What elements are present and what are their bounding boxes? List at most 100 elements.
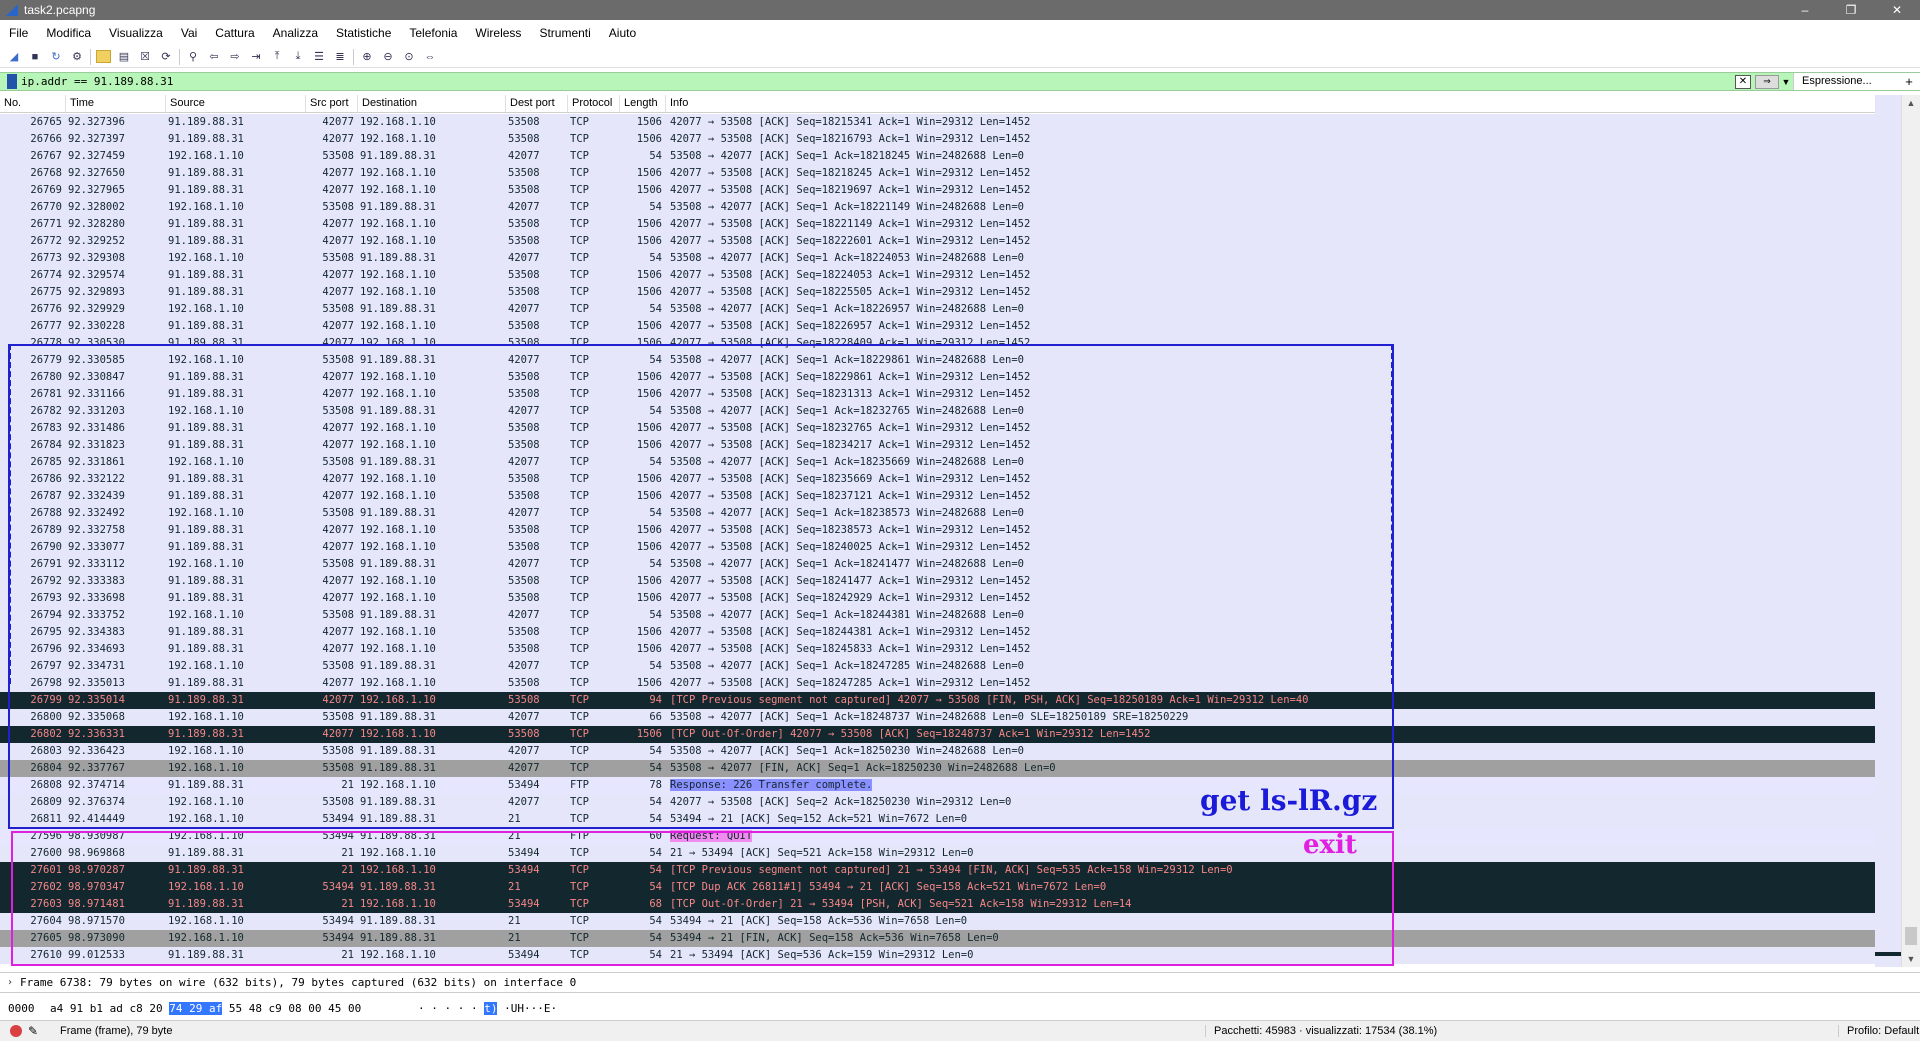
menu-analizza[interactable]: Analizza	[264, 26, 327, 40]
menu-cattura[interactable]: Cattura	[206, 26, 263, 40]
packet-cell-proto: TCP	[570, 167, 589, 179]
menu-wireless[interactable]: Wireless	[466, 26, 530, 40]
go-last-packet-icon[interactable]: ⤓	[290, 49, 306, 65]
packet-row[interactable]: 26766 92.327397 91.189.88.31 42077 192.168.1…	[0, 131, 1876, 148]
column-header-length[interactable]: Length	[620, 95, 666, 112]
packet-row[interactable]: 26765 92.327396 91.189.88.31 42077 192.168.1…	[0, 114, 1876, 131]
scroll-up-icon[interactable]: ▲	[1902, 95, 1920, 111]
zoom-reset-icon[interactable]: ⊙	[401, 49, 417, 65]
menu-modifica[interactable]: Modifica	[37, 26, 100, 40]
close-button[interactable]: ✕	[1874, 0, 1920, 20]
packet-cell-info: 42077 → 53508 [ACK] Seq=18216793 Ack=1 W…	[670, 133, 1031, 145]
packet-row[interactable]: 26770 92.328002 192.168.1.10 53508 91.189.88…	[0, 199, 1876, 216]
packet-row[interactable]: 26773 92.329308 192.168.1.10 53508 91.189.88…	[0, 250, 1876, 267]
packet-cell-dst: 91.189.88.31	[360, 201, 436, 213]
column-header-source[interactable]: Source	[166, 95, 306, 112]
packet-row[interactable]: 26769 92.327965 91.189.88.31 42077 192.168.1…	[0, 182, 1876, 199]
packet-cell-proto: TCP	[570, 320, 589, 332]
packet-cell-no: 26777	[30, 320, 62, 332]
packet-cell-dport: 42077	[508, 252, 540, 264]
zoom-out-icon[interactable]: ⊖	[380, 49, 396, 65]
go-forward-icon[interactable]: ⇨	[227, 49, 243, 65]
packet-row[interactable]: 26774 92.329574 91.189.88.31 42077 192.168.1…	[0, 267, 1876, 284]
packet-row[interactable]: 26775 92.329893 91.189.88.31 42077 192.168.1…	[0, 284, 1876, 301]
restart-capture-icon[interactable]: ↻	[48, 49, 64, 65]
packet-row[interactable]: 26776 92.329929 192.168.1.10 53508 91.189.88…	[0, 301, 1876, 318]
packet-cell-proto: TCP	[570, 235, 589, 247]
zoom-in-icon[interactable]: ⊕	[359, 49, 375, 65]
minimap-mark	[1875, 954, 1901, 956]
minimize-button[interactable]: –	[1782, 0, 1828, 20]
colorize-icon[interactable]: ≣	[332, 49, 348, 65]
resize-columns-icon[interactable]: ⇔	[422, 49, 438, 65]
expression-button[interactable]: Espressione...	[1793, 73, 1898, 90]
packet-details-pane: › Frame 6738: 79 bytes on wire (632 bits…	[0, 972, 1920, 993]
main-toolbar: ◢ ■ ↻ ⚙ ▤ ☒ ⟳ ⚲ ⇦ ⇨ ⇥ ⤒ ⤓ ☰ ≣ ⊕ ⊖ ⊙ ⇔	[0, 46, 1920, 68]
frame-summary[interactable]: Frame 6738: 79 bytes on wire (632 bits),…	[20, 976, 576, 989]
column-header-src-port[interactable]: Src port	[306, 95, 358, 112]
hex-bytes[interactable]: a4 91 b1 ad c8 20 74 29 af 55 48 c9 08 0…	[50, 1001, 418, 1015]
save-file-icon[interactable]: ▤	[116, 49, 132, 65]
packet-cell-len: 1506	[636, 235, 662, 247]
packet-cell-info: 53508 → 42077 [ACK] Seq=1 Ack=18221149 W…	[670, 201, 1025, 213]
edit-comment-icon[interactable]: ✎	[28, 1024, 42, 1038]
packet-row[interactable]: 26767 92.327459 192.168.1.10 53508 91.189.88…	[0, 148, 1876, 165]
packet-row[interactable]: 26772 92.329252 91.189.88.31 42077 192.168.1…	[0, 233, 1876, 250]
column-header-dest-port[interactable]: Dest port	[506, 95, 568, 112]
hex-ascii[interactable]: · · · · · t) ·UH···E·	[418, 1001, 557, 1015]
packet-cell-proto: TCP	[570, 303, 589, 315]
apply-filter-icon[interactable]: ⇒	[1755, 74, 1779, 89]
status-profile[interactable]: Profilo: Default	[1838, 1025, 1919, 1037]
menu-vai[interactable]: Vai	[172, 26, 206, 40]
clear-filter-icon[interactable]: ✕	[1735, 74, 1751, 89]
packet-cell-sport: 42077	[322, 167, 354, 179]
packet-list-scrollbar[interactable]: ▲ ▼	[1901, 95, 1920, 967]
column-header-info[interactable]: Info	[666, 95, 1876, 112]
filter-bookmark-icon[interactable]	[7, 74, 17, 89]
filter-history-dropdown-icon[interactable]: ▼	[1779, 77, 1793, 87]
menu-visualizza[interactable]: Visualizza	[100, 26, 172, 40]
display-filter-input[interactable]: ip.addr == 91.189.88.31	[21, 75, 1735, 88]
packet-cell-len: 1506	[636, 184, 662, 196]
packet-minimap[interactable]	[1875, 95, 1901, 967]
menu-file[interactable]: File	[0, 26, 37, 40]
packet-row[interactable]: 26771 92.328280 91.189.88.31 42077 192.168.1…	[0, 216, 1876, 233]
go-first-packet-icon[interactable]: ⤒	[269, 49, 285, 65]
maximize-button[interactable]: ❐	[1828, 0, 1874, 20]
packet-cell-sport: 42077	[322, 320, 354, 332]
go-back-icon[interactable]: ⇦	[206, 49, 222, 65]
stop-capture-icon[interactable]: ■	[27, 49, 43, 65]
packet-cell-sport: 42077	[322, 286, 354, 298]
packet-cell-time: 92.328002	[68, 201, 125, 213]
column-header-destination[interactable]: Destination	[358, 95, 506, 112]
column-header-no[interactable]: No.	[0, 95, 66, 112]
column-header-protocol[interactable]: Protocol	[568, 95, 620, 112]
scroll-down-icon[interactable]: ▼	[1902, 951, 1920, 967]
packet-cell-dst: 192.168.1.10	[360, 320, 436, 332]
add-filter-button[interactable]: +	[1898, 73, 1920, 90]
open-file-icon[interactable]	[96, 50, 111, 63]
packet-cell-dst: 91.189.88.31	[360, 252, 436, 264]
find-packet-icon[interactable]: ⚲	[185, 49, 201, 65]
menu-telefonia[interactable]: Telefonia	[400, 26, 466, 40]
close-file-icon[interactable]: ☒	[137, 49, 153, 65]
go-to-packet-icon[interactable]: ⇥	[248, 49, 264, 65]
packet-cell-sport: 53508	[322, 150, 354, 162]
packet-cell-len: 54	[649, 201, 662, 213]
menu-aiuto[interactable]: Aiuto	[600, 26, 645, 40]
expert-info-icon[interactable]	[10, 1025, 22, 1037]
packet-cell-dport: 53508	[508, 286, 540, 298]
auto-scroll-icon[interactable]: ☰	[311, 49, 327, 65]
expand-arrow-icon[interactable]: ›	[0, 977, 20, 988]
menu-strumenti[interactable]: Strumenti	[530, 26, 599, 40]
reload-file-icon[interactable]: ⟳	[158, 49, 174, 65]
start-capture-icon[interactable]: ◢	[6, 49, 22, 65]
menu-statistiche[interactable]: Statistiche	[327, 26, 400, 40]
column-header-time[interactable]: Time	[66, 95, 166, 112]
packet-row[interactable]: 26777 92.330228 91.189.88.31 42077 192.168.1…	[0, 318, 1876, 335]
packet-cell-sport: 42077	[322, 184, 354, 196]
scrollbar-thumb[interactable]	[1905, 927, 1917, 945]
packet-row[interactable]: 26768 92.327650 91.189.88.31 42077 192.168.1…	[0, 165, 1876, 182]
packet-cell-len: 1506	[636, 167, 662, 179]
capture-options-icon[interactable]: ⚙	[69, 49, 85, 65]
